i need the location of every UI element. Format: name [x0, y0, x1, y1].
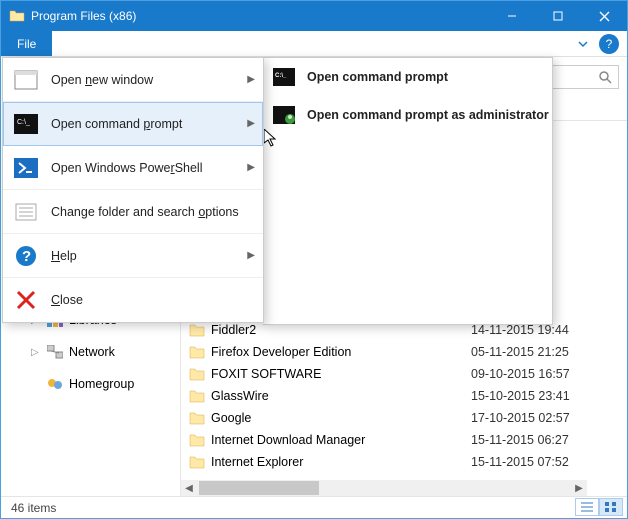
file-name: Internet Explorer	[211, 455, 303, 469]
cmd-icon: C:\_	[13, 111, 39, 137]
file-date: 05-11-2015 21:25	[471, 345, 627, 359]
menu-help[interactable]: ? Help ▶	[3, 234, 263, 278]
help-button[interactable]: ?	[599, 34, 619, 54]
options-icon	[13, 199, 39, 225]
details-view-button[interactable]	[575, 498, 599, 516]
table-row[interactable]: Internet Download Manager 15-11-2015 06:2…	[181, 429, 627, 451]
submenu-label: Open command prompt as administrator	[307, 108, 549, 122]
status-bar: 46 items	[1, 496, 627, 518]
icons-view-button[interactable]	[599, 498, 623, 516]
help-icon: ?	[13, 243, 39, 269]
file-name: Fiddler2	[211, 323, 256, 337]
file-menu: Open new window ▶ C:\_ Open command prom…	[2, 57, 264, 323]
menu-change-folder-options[interactable]: Change folder and search options	[3, 190, 263, 234]
table-row[interactable]: Internet Explorer 15-11-2015 07:52	[181, 451, 627, 473]
menu-label: Change folder and search options	[51, 205, 239, 219]
submenu-open-command-prompt[interactable]: C:\_ Open command prompt	[263, 58, 552, 96]
title-bar: Program Files (x86)	[1, 1, 627, 31]
horizontal-scrollbar[interactable]: ◀ ▶	[181, 480, 587, 496]
file-submenu: C:\_ Open command prompt Open command pr…	[263, 57, 553, 325]
menu-label: Open Windows PowerShell	[51, 161, 202, 175]
cmd-icon: C:\_	[273, 66, 295, 88]
cmd-admin-icon	[273, 104, 295, 126]
nav-homegroup[interactable]: Homegroup	[1, 373, 180, 395]
scroll-left-icon[interactable]: ◀	[181, 483, 197, 494]
window-icon	[13, 67, 39, 93]
maximize-button[interactable]	[535, 1, 581, 31]
folder-icon	[189, 323, 205, 337]
folder-icon	[189, 389, 205, 403]
menu-label: Help	[51, 249, 77, 263]
table-row[interactable]: GlassWire 15-10-2015 23:41	[181, 385, 627, 407]
file-tab[interactable]: File	[1, 31, 52, 56]
nav-label: Homegroup	[69, 377, 134, 391]
scroll-thumb[interactable]	[199, 481, 319, 495]
menu-label: Open new window	[51, 73, 153, 87]
file-date: 14-11-2015 19:44	[471, 323, 627, 337]
submenu-label: Open command prompt	[307, 70, 448, 84]
menu-open-new-window[interactable]: Open new window ▶	[3, 58, 263, 102]
menu-open-command-prompt[interactable]: C:\_ Open command prompt ▶	[3, 102, 263, 146]
file-name: Firefox Developer Edition	[211, 345, 351, 359]
folder-icon	[189, 367, 205, 381]
chevron-right-icon: ▶	[247, 250, 255, 261]
file-name: GlassWire	[211, 389, 269, 403]
ribbon-expand-button[interactable]	[569, 31, 597, 56]
close-icon	[13, 287, 39, 313]
nav-network[interactable]: ▷ Network	[1, 341, 180, 363]
menu-close[interactable]: Close	[3, 278, 263, 322]
chevron-right-icon: ▶	[247, 74, 255, 85]
folder-icon	[9, 8, 25, 24]
file-date: 15-10-2015 23:41	[471, 389, 627, 403]
file-date: 17-10-2015 02:57	[471, 411, 627, 425]
svg-text:C:\_: C:\_	[275, 73, 287, 79]
ribbon-tabs: File ?	[1, 31, 627, 57]
file-name: FOXIT SOFTWARE	[211, 367, 321, 381]
file-name: Internet Download Manager	[211, 433, 365, 447]
folder-icon	[189, 411, 205, 425]
file-date: 15-11-2015 07:52	[471, 455, 627, 469]
file-date: 15-11-2015 06:27	[471, 433, 627, 447]
table-row[interactable]: FOXIT SOFTWARE 09-10-2015 16:57	[181, 363, 627, 385]
svg-text:C:\_: C:\_	[17, 119, 30, 126]
chevron-right-icon: ▶	[247, 118, 255, 129]
nav-label: Network	[69, 345, 115, 359]
folder-icon	[189, 345, 205, 359]
file-name: Google	[211, 411, 251, 425]
cursor-icon	[264, 129, 280, 149]
scroll-right-icon[interactable]: ▶	[571, 483, 587, 494]
network-icon	[47, 345, 63, 359]
svg-text:?: ?	[22, 248, 31, 265]
expand-icon[interactable]: ▷	[31, 347, 41, 358]
menu-label: Open command prompt	[51, 117, 182, 131]
close-button[interactable]	[581, 1, 627, 31]
table-row[interactable]: Google 17-10-2015 02:57	[181, 407, 627, 429]
chevron-right-icon: ▶	[247, 162, 255, 173]
homegroup-icon	[47, 377, 63, 391]
file-date: 09-10-2015 16:57	[471, 367, 627, 381]
powershell-icon	[13, 155, 39, 181]
window-title: Program Files (x86)	[31, 9, 489, 23]
folder-icon	[189, 455, 205, 469]
menu-label: Close	[51, 293, 83, 307]
folder-icon	[189, 433, 205, 447]
minimize-button[interactable]	[489, 1, 535, 31]
search-icon	[598, 70, 612, 84]
menu-open-powershell[interactable]: Open Windows PowerShell ▶	[3, 146, 263, 190]
item-count: 46 items	[11, 501, 56, 515]
submenu-open-command-prompt-admin[interactable]: Open command prompt as administrator	[263, 96, 552, 134]
table-row[interactable]: Firefox Developer Edition 05-11-2015 21:2…	[181, 341, 627, 363]
